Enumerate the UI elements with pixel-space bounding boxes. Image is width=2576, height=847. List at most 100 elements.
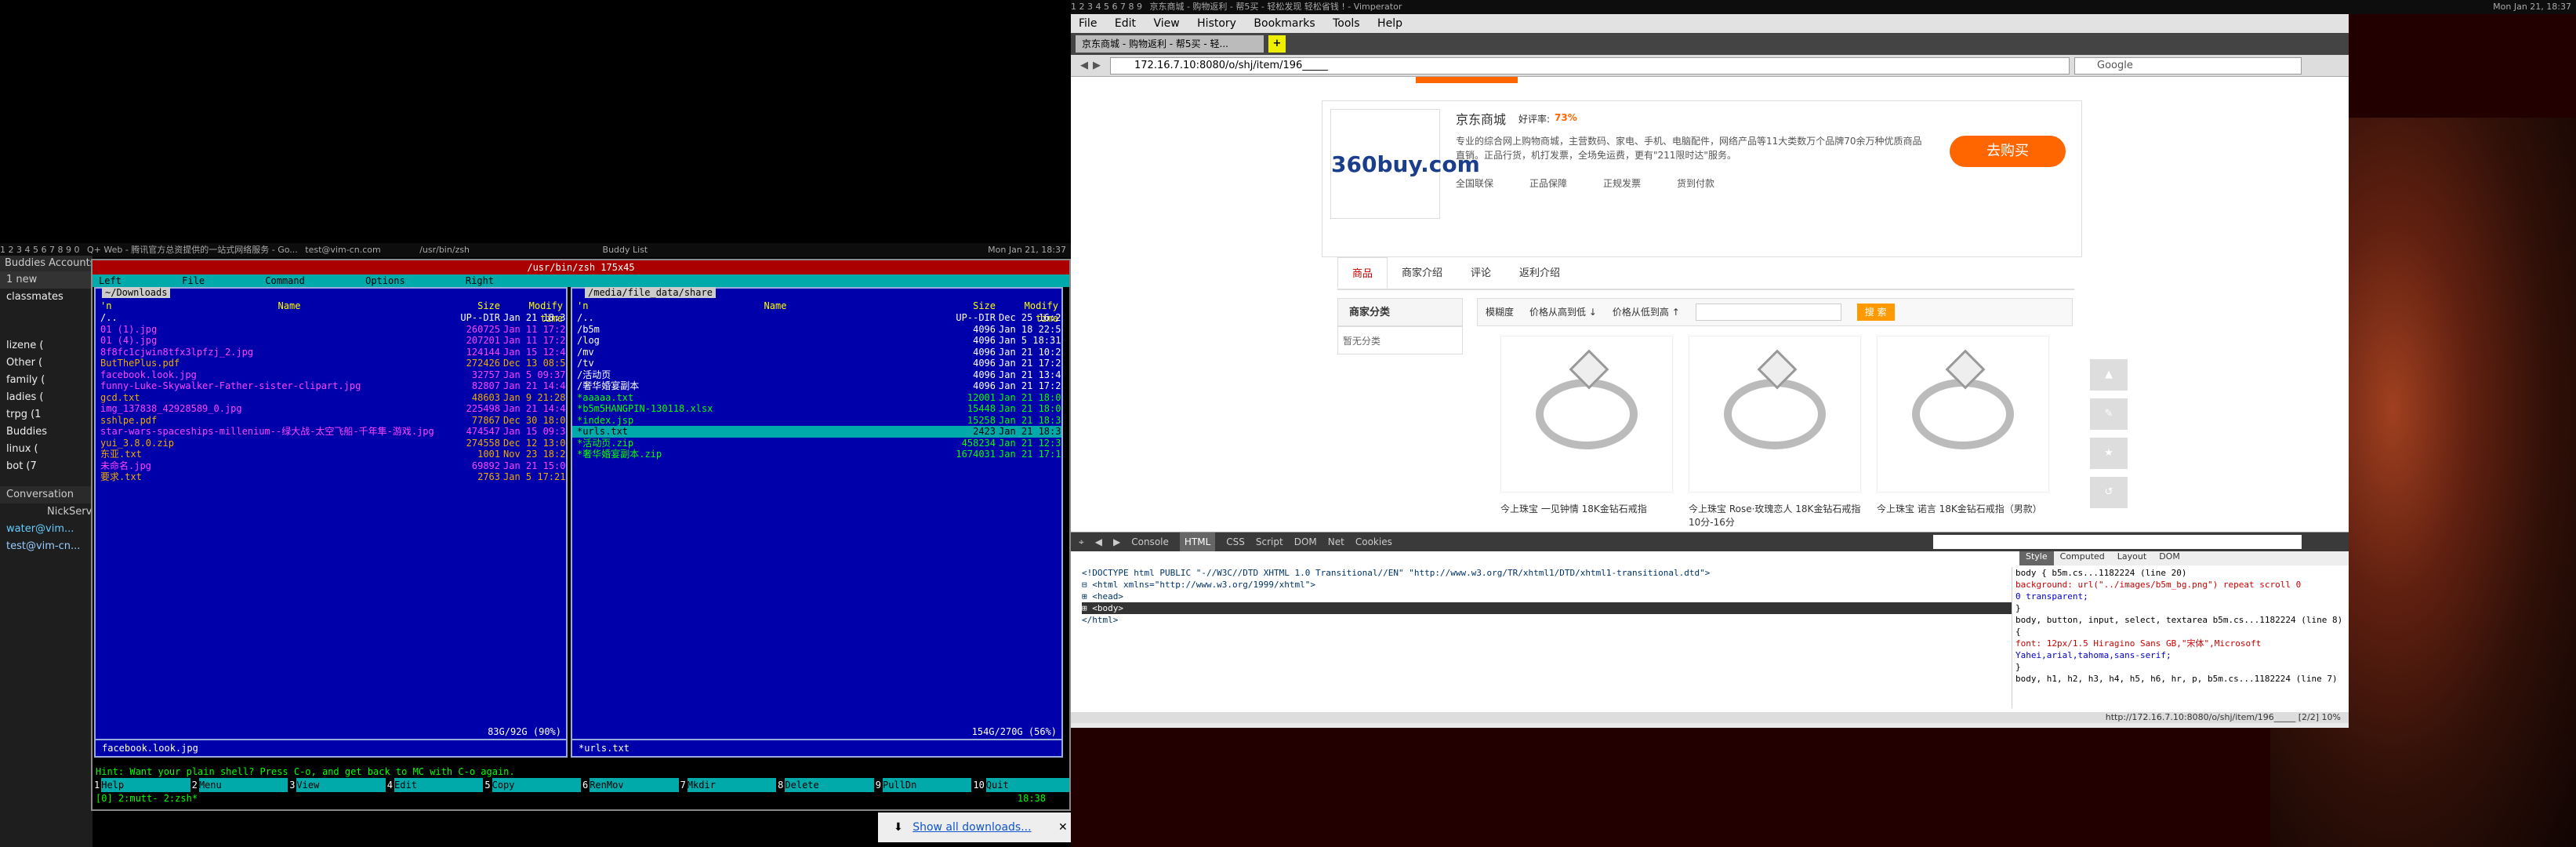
file-row[interactable]: gcd.txt 48603 Jan 9 21:28 (96, 392, 566, 404)
file-row[interactable]: 01 (1).jpg 260725 Jan 11 17:24 (96, 324, 566, 336)
menu-edit[interactable]: Edit (1115, 17, 1136, 30)
task-terminal[interactable]: /usr/bin/zsh (419, 245, 470, 255)
contact-water[interactable]: water@vim... (0, 521, 93, 538)
file-row[interactable]: star-wars-spaceships-millenium--绿大战-太空飞船… (96, 426, 566, 438)
file-row[interactable]: *奢华婚宴副本.zip 1674031 Jan 21 17:19 (572, 449, 1061, 460)
group-trpg[interactable]: trpg (1 (0, 406, 93, 424)
group-buddies[interactable]: Buddies (0, 424, 93, 441)
menu-tools[interactable]: Tools (1333, 17, 1360, 30)
buddy-menu[interactable]: Buddies Accounts (0, 256, 93, 271)
sort-price-asc[interactable]: 价格从低到高 ↑ (1613, 299, 1680, 325)
col-name[interactable]: Name (119, 300, 455, 312)
tab-shop-intro[interactable]: 商家介绍 (1388, 257, 1457, 289)
product-card[interactable]: 今上珠宝 诺言 18K金钻石戒指（男款） (1877, 336, 2049, 532)
file-row[interactable]: *b5m5HANGPIN-130118.xlsx 15448 Jan 21 18:0… (572, 403, 1061, 415)
tab-cookies[interactable]: Cookies (1355, 533, 1392, 551)
group-bot[interactable]: bot (7 (0, 458, 93, 475)
html-line[interactable]: ⊟ <html xmlns="http://www.w3.org/1999/xh… (1082, 579, 2012, 591)
col-time[interactable]: Modify time (999, 300, 1061, 324)
url-bar[interactable]: 172.16.7.10:8080/o/shj/item/196_____ (1110, 56, 2070, 75)
product-title[interactable]: 今上珠宝 一见钟情 18K金钻石戒指 (1500, 502, 1673, 515)
product-title[interactable]: 今上珠宝 诺言 18K金钻石戒指（男款） (1877, 502, 2049, 515)
tab-reviews[interactable]: 评论 (1457, 257, 1505, 289)
menu-left[interactable]: Left (99, 275, 122, 286)
file-row[interactable]: 未命名.jpg 69892 Jan 21 15:04 (96, 460, 566, 472)
tab-products[interactable]: 商品 (1337, 257, 1388, 289)
fkey-button[interactable]: 4 Edit (385, 778, 484, 792)
fkey-button[interactable]: 3 View (288, 778, 386, 792)
col-size[interactable]: Size (950, 300, 999, 312)
fkey-button[interactable]: 8 Delete (776, 778, 874, 792)
group-family[interactable]: family ( (0, 372, 93, 389)
tab-dom[interactable]: DOM (1294, 533, 1317, 551)
tab-net[interactable]: Net (1328, 533, 1344, 551)
tab-side-dom[interactable]: DOM (2153, 551, 2186, 565)
group-linux[interactable]: linux ( (0, 441, 93, 458)
file-row[interactable]: *urls.txt 2423 Jan 21 18:37 (572, 426, 1061, 438)
fkey-button[interactable]: 1 Help (93, 778, 190, 792)
menu-right[interactable]: Right (466, 275, 494, 286)
workspace-switcher[interactable]: 1 2 3 4 5 6 7 8 9 (1071, 2, 1142, 12)
forward-icon[interactable]: ▶ (1093, 60, 1101, 71)
group-ladies[interactable]: ladies ( (0, 389, 93, 406)
product-card[interactable]: 今上珠宝 一见钟情 18K金钻石戒指 (1500, 336, 1673, 532)
file-row[interactable]: *index.jsp 15258 Jan 21 18:38 (572, 415, 1061, 427)
fkey-button[interactable]: 6 RenMov (580, 778, 679, 792)
fkey-button[interactable]: 2 Menu (190, 778, 288, 792)
file-row[interactable]: facebook.look.jpg 32757 Jan 5 09:37 (96, 369, 566, 381)
task-chat[interactable]: test@vim-cn.com (305, 245, 380, 255)
file-row[interactable]: sshlpe.pdf 77867 Dec 30 18:08 (96, 415, 566, 427)
file-row[interactable]: 8f8fc1cjwin8tfx3lpfzj_2.jpg 124144 Jan 15 … (96, 347, 566, 358)
file-row[interactable]: /奢华婚宴副本 4096 Jan 21 17:20 (572, 380, 1061, 392)
file-row[interactable]: *活动页.zip 458234 Jan 21 12:36 (572, 438, 1061, 449)
group-lizene[interactable]: lizene ( (0, 337, 93, 354)
next-icon[interactable]: ▶ (1113, 533, 1120, 551)
tab-console[interactable]: Console (1131, 533, 1169, 551)
close-icon[interactable]: ✕ (1058, 821, 1068, 834)
html-line[interactable]: ⊞ <head> (1082, 591, 2012, 602)
task-buddy-list[interactable]: Buddy List (603, 245, 648, 255)
group-other[interactable]: Other ( (0, 354, 93, 372)
file-row[interactable]: 东亚.txt 1001 Nov 23 18:28 (96, 449, 566, 460)
left-panel[interactable]: ~/Downloads 'n Name Size Modify time /..… (94, 287, 568, 758)
tab-html[interactable]: HTML (1179, 533, 1216, 551)
file-row[interactable]: /tv 4096 Jan 21 17:28 (572, 358, 1061, 369)
file-row[interactable]: funny-Luke-Skywalker-Father-sister-clipa… (96, 380, 566, 392)
col-name[interactable]: Name (596, 300, 950, 312)
comment-icon[interactable]: ✎ (2090, 398, 2128, 430)
new-tab-button[interactable]: + (1268, 35, 1286, 53)
contact-test[interactable]: test@vim-cn... (0, 538, 93, 555)
menu-view[interactable]: View (1153, 17, 1179, 30)
back-icon[interactable]: ◀ (1080, 60, 1088, 71)
product-image[interactable] (1689, 336, 1861, 493)
menu-bookmarks[interactable]: Bookmarks (1254, 17, 1315, 30)
file-row[interactable]: img_137838_42928589_0.jpg 225498 Jan 21 14… (96, 403, 566, 415)
fkey-button[interactable]: 5 Copy (483, 778, 581, 792)
fkey-button[interactable]: 7 Mkdir (678, 778, 777, 792)
product-image[interactable] (1877, 336, 2049, 493)
sort-price-desc[interactable]: 价格从高到低 ↓ (1529, 299, 1597, 325)
file-row[interactable]: /mv 4096 Jan 21 10:25 (572, 347, 1061, 358)
tab-style[interactable]: Style (2019, 551, 2054, 565)
col-size[interactable]: Size (455, 300, 503, 312)
tab-css[interactable]: CSS (1226, 533, 1245, 551)
inspect-icon[interactable]: ⌖ (1079, 533, 1084, 551)
browser-tab[interactable]: 京东商城 - 购物返利 - 帮5买 - 轻... (1076, 35, 1264, 53)
product-search-button[interactable]: 搜 索 (1856, 304, 1895, 321)
fkey-button[interactable]: 10 Quit (971, 778, 1069, 792)
product-image[interactable] (1500, 336, 1673, 493)
history-icon[interactable]: ↺ (2090, 477, 2128, 508)
file-row[interactable]: /.. UP--DIR Dec 25 16:22 (572, 312, 1061, 324)
file-row[interactable]: yui_3.8.0.zip 274558 Dec 12 13:02 (96, 438, 566, 449)
new-messages[interactable]: 1 new (0, 271, 93, 289)
back-to-top-icon[interactable]: ▲ (2090, 359, 2128, 391)
product-card[interactable]: 今上珠宝 Rose·玫瑰恋人 18K金钻石戒指 10分-16分 (1689, 336, 1861, 532)
search-input[interactable]: Google (2074, 56, 2302, 75)
tab-rebate[interactable]: 返利介绍 (1505, 257, 1574, 289)
show-all-downloads-link[interactable]: Show all downloads... (912, 821, 1031, 834)
shop-logo[interactable]: 360buy.com (1330, 109, 1480, 219)
menu-help[interactable]: Help (1377, 17, 1402, 30)
prev-icon[interactable]: ◀ (1095, 533, 1102, 551)
product-search-input[interactable] (1695, 304, 1841, 321)
product-title[interactable]: 今上珠宝 Rose·玫瑰恋人 18K金钻石戒指 10分-16分 (1689, 502, 1861, 529)
